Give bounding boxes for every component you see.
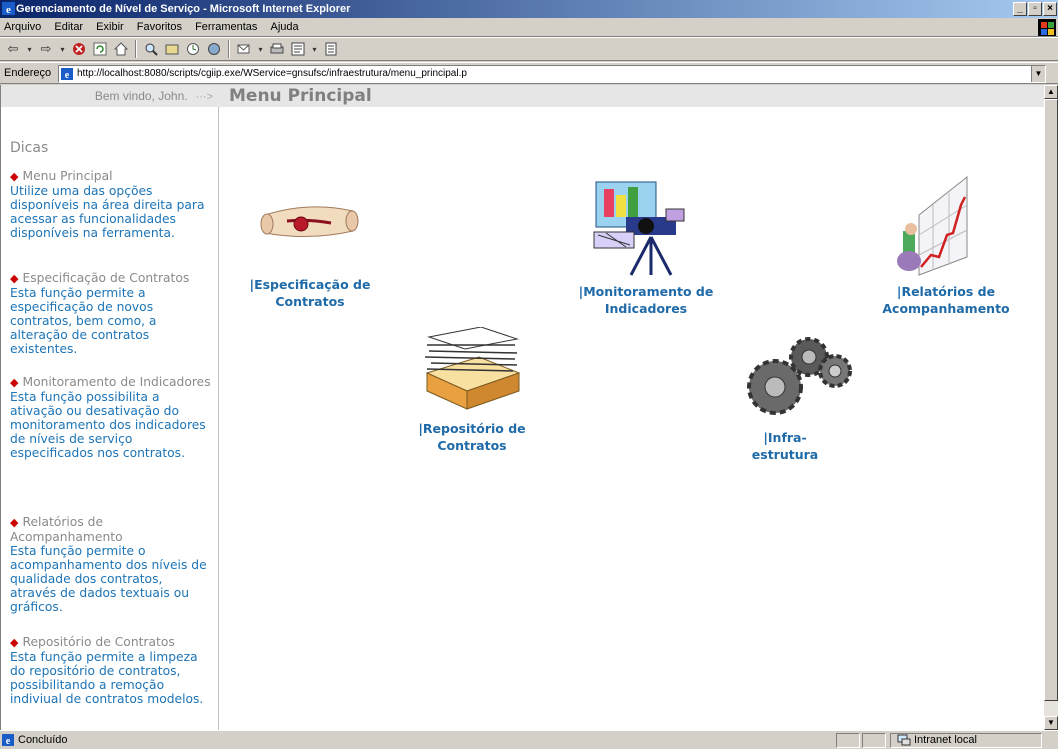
scroll-document-icon[interactable] [257,197,361,245]
restore-button[interactable]: ▫ [1028,2,1042,16]
status-panel [862,733,886,748]
tips-title: Dicas [10,140,49,156]
page-done-icon: e [2,734,14,746]
search-icon[interactable] [142,40,160,58]
arrow-icon: ···> [195,91,213,103]
link-relatorios-acompanhamento[interactable]: |Relatórios de Acompanhamento [876,283,1016,317]
address-input[interactable]: e http://localhost:8080/scripts/cgiip.ex… [58,65,1046,83]
mail-icon[interactable] [235,40,253,58]
favorites-icon[interactable] [163,40,181,58]
menu-bar: Arquivo Editar Exibir Favoritos Ferramen… [0,18,1058,37]
status-bar: e Concluído Intranet local [0,730,1058,748]
home-icon[interactable] [112,40,130,58]
title-bar: e Gerenciamento de Nível de Serviço - Mi… [0,0,1058,18]
menu-exibir[interactable]: Exibir [91,18,129,37]
history-icon[interactable] [184,40,202,58]
address-label: Endereço [4,67,52,79]
menu-ferramentas[interactable]: Ferramentas [190,18,262,37]
minimize-button[interactable]: _ [1013,2,1027,16]
forward-arrow-icon[interactable]: ⇨ [37,40,55,58]
page-icon: e [61,68,73,80]
chevron-down-icon[interactable]: ▾ [58,40,67,58]
tip-repositorio: ◆ Repositório de Contratos Esta função pe… [10,635,212,706]
address-bar: Endereço e http://localhost:8080/scripts… [0,62,1058,84]
svg-text:e: e [65,70,70,80]
svg-text:e: e [6,736,11,746]
scroll-thumb[interactable] [1044,99,1058,701]
windows-logo-icon [1038,19,1056,36]
tip-relatorios: ◆ Relatórios de Acompanhamento Esta funçã… [10,515,212,614]
tip-monitoramento: ◆ Monitoramento de Indicadores Esta funçã… [10,375,211,460]
svg-text:e: e [6,4,11,15]
discuss-icon[interactable] [322,40,340,58]
tip-body: Esta função permite o acompanhamento dos… [10,544,207,614]
tip-body: Esta função permite a especificação de n… [10,286,157,356]
tip-especificacao: ◆ Especificação de Contratos Esta função … [10,271,212,356]
toolbar: ⇦ ▾ ⇨ ▾ ▾ ▾ [0,37,1058,61]
tip-menu-principal: ◆ Menu Principal Utilize uma das opções d… [10,169,212,240]
toolbar-separator [135,40,137,58]
growth-chart-icon[interactable] [889,175,969,277]
channels-icon[interactable] [205,40,223,58]
diamond-bullet-icon: ◆ [10,516,19,529]
menu-arquivo[interactable]: Arquivo [0,18,46,37]
stop-icon[interactable] [70,40,88,58]
scroll-down-icon[interactable]: ▼ [1044,716,1058,730]
edit-icon[interactable] [289,40,307,58]
security-zone: Intranet local [914,734,977,746]
link-monitoramento-indicadores[interactable]: |Monitoramento de Indicadores [571,283,721,317]
chevron-down-icon[interactable]: ▾ [25,40,34,58]
welcome-text: Bem vindo, John. ···> [94,89,213,103]
chevron-down-icon[interactable]: ▾ [256,40,265,58]
intranet-zone-icon [897,734,911,746]
chevron-down-icon[interactable]: ▾ [310,40,319,58]
menu-favoritos[interactable]: Favoritos [132,18,187,37]
link-infraestrutura[interactable]: |Infra- estrutura [725,429,845,463]
page-content: Bem vindo, John. ···> Menu Principal Dica… [0,85,1044,730]
gears-icon[interactable] [741,335,853,417]
tip-body: Esta função possibilita a ativação ou de… [10,390,206,460]
refresh-icon[interactable] [91,40,109,58]
vertical-scrollbar[interactable]: ▲ ▼ [1044,85,1058,730]
diamond-bullet-icon: ◆ [10,272,19,285]
tip-body: Utilize uma das opções disponíveis na ár… [10,184,205,240]
tip-body: Esta função permite a limpeza do reposit… [10,650,204,706]
scroll-up-icon[interactable]: ▲ [1044,85,1058,99]
diamond-bullet-icon: ◆ [10,376,19,389]
close-button[interactable]: × [1043,2,1057,16]
menu-ajuda[interactable]: Ajuda [265,18,303,37]
menu-editar[interactable]: Editar [49,18,88,37]
back-arrow-icon[interactable]: ⇦ [4,40,22,58]
page-title: Menu Principal [229,86,372,106]
link-repositorio-contratos[interactable]: |Repositório de Contratos [407,420,537,454]
window-title: Gerenciamento de Nível de Serviço - Micr… [16,3,351,15]
address-dropdown-icon[interactable]: ▼ [1031,66,1045,82]
stacked-papers-icon[interactable] [419,327,523,411]
browser-window: e Gerenciamento de Nível de Serviço - Mi… [0,0,1058,748]
diamond-bullet-icon: ◆ [10,636,19,649]
ie-logo-icon: e [2,2,15,15]
print-icon[interactable] [268,40,286,58]
address-url: http://localhost:8080/scripts/cgiip.exe/… [77,68,467,79]
link-especificacao-contratos[interactable]: |Especificação de Contratos [245,276,375,310]
status-panel [836,733,860,748]
status-text: Concluído [18,734,68,746]
diamond-bullet-icon: ◆ [10,170,19,183]
monitoring-camera-icon[interactable] [586,177,696,277]
toolbar-separator [228,40,230,58]
